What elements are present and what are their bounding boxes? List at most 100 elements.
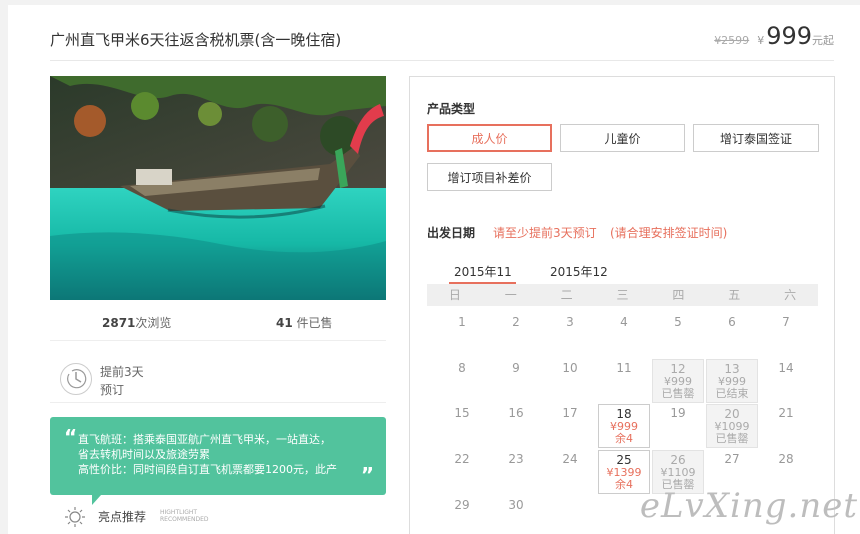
product-stats: 2871次浏览 41 件已售: [50, 311, 386, 333]
calendar-day: 4: [598, 313, 650, 357]
day-number: 21: [778, 406, 794, 420]
open-quote-icon: “: [64, 425, 78, 449]
highlight-box: “ 直飞航班：搭乘泰国亚航广州直飞甲米，一站直达， 省去转机时间以及旅途劳累 高…: [50, 417, 386, 495]
advance-divider: [50, 402, 386, 403]
day-number: 2: [512, 315, 520, 329]
day-number: 6: [728, 315, 736, 329]
day-number: 11: [616, 361, 632, 375]
calendar-day: 17: [544, 404, 596, 448]
day-number: 1: [458, 315, 466, 329]
weekday-fri: 五: [728, 288, 741, 302]
currency-symbol: ¥: [757, 34, 765, 47]
day-number: 12: [670, 362, 686, 376]
calendar-day: 6: [706, 313, 758, 357]
type-adult-button[interactable]: 成人价: [427, 124, 552, 152]
weekday-header: 日 一 二 三 四 五 六: [427, 284, 818, 306]
booking-panel: 产品类型 成人价 儿童价 增订泰国签证 增订项目补差价 出发日期 请至少提前3天…: [409, 76, 835, 534]
calendar-day: 29: [436, 496, 488, 534]
calendar-day: 23: [490, 450, 542, 494]
day-number: 24: [562, 452, 578, 466]
calendar-day: 22: [436, 450, 488, 494]
watermark: eLvXing.net: [639, 486, 858, 526]
day-number: 8: [458, 361, 466, 375]
day-number: 5: [674, 315, 682, 329]
calendar-day: 30: [490, 496, 542, 534]
day-number: 30: [508, 498, 524, 512]
day-number: 10: [562, 361, 578, 375]
sold-count: 41 件已售: [276, 316, 333, 330]
weekday-sun: 日: [448, 288, 461, 302]
day-number: 29: [454, 498, 470, 512]
day-number: 17: [562, 406, 578, 420]
day-number: 3: [566, 315, 574, 329]
day-number: 13: [724, 362, 740, 376]
calendar-day: 5: [652, 313, 704, 357]
highlight-pointer: [92, 495, 101, 505]
sun-icon: [64, 505, 86, 531]
calendar-day: 1: [436, 313, 488, 357]
day-number: 19: [670, 406, 686, 420]
product-title: 广州直飞甲米6天往返含税机票(含一晚住宿): [50, 31, 342, 49]
advance-days: 提前3天: [100, 365, 144, 379]
day-stock: 余4: [615, 432, 633, 445]
calendar-day: 13 ¥999 已结束: [706, 359, 758, 403]
calendar-day[interactable]: 18 ¥999 余4: [598, 404, 650, 448]
calendar-day: 16: [490, 404, 542, 448]
highlight-line: 高性价比：同时间段自订直飞机票都要1200元，此产: [78, 463, 337, 476]
calendar-day: 7: [760, 313, 812, 357]
day-number: 16: [508, 406, 524, 420]
calendar-day: 8: [436, 359, 488, 403]
calendar-day: 12 ¥999 已售罄: [652, 359, 704, 403]
highlight-line: 省去转机时间以及旅途劳累: [78, 448, 210, 461]
current-price: 999: [766, 22, 812, 50]
highlight-label-en: HIGHTLIGHT RECOMMENDED: [160, 509, 209, 523]
calendar-day: 20 ¥1099 已售罄: [706, 404, 758, 448]
day-stock: 已售罄: [715, 432, 749, 445]
price-suffix: 元起: [812, 34, 834, 47]
highlight-line: 直飞航班：搭乘泰国亚航广州直飞甲米，一站直达，: [78, 433, 331, 446]
day-number: 7: [782, 315, 790, 329]
calendar-day: 19: [652, 404, 704, 448]
weekday-tue: 二: [560, 288, 573, 302]
month-tab-dec[interactable]: 2015年12: [550, 263, 608, 280]
calendar-day: 14: [760, 359, 812, 403]
weekday-sat: 六: [784, 288, 797, 302]
type-supplement-button[interactable]: 增订项目补差价: [427, 163, 552, 191]
day-number: 22: [454, 452, 470, 466]
clock-icon: [60, 363, 92, 395]
calendar-day: 2: [490, 313, 542, 357]
month-tab-nov[interactable]: 2015年11: [449, 263, 516, 284]
close-quote-icon: ”: [360, 463, 374, 487]
type-child-button[interactable]: 儿童价: [560, 124, 685, 152]
advance-notice: 请至少提前3天预订: [493, 226, 597, 240]
departure-date-label: 出发日期: [427, 226, 476, 240]
day-number: 26: [670, 453, 686, 467]
day-number: 4: [620, 315, 628, 329]
stats-divider: [50, 340, 386, 341]
weekday-wed: 三: [616, 288, 629, 302]
day-number: 23: [508, 452, 524, 466]
highlight-text: 直飞航班：搭乘泰国亚航广州直飞甲米，一站直达， 省去转机时间以及旅途劳累 高性价…: [78, 432, 368, 477]
product-photo[interactable]: [50, 76, 386, 300]
day-number: 9: [512, 361, 520, 375]
product-type-label: 产品类型: [427, 102, 476, 116]
view-count: 2871次浏览: [102, 316, 172, 330]
product-page: 广州直飞甲米6天往返含税机票(含一晚住宿) ¥2599 ¥999元起 2871次…: [8, 5, 860, 534]
weekday-thu: 四: [672, 288, 685, 302]
header-divider: [50, 60, 834, 61]
day-number: 27: [724, 452, 740, 466]
weekday-mon: 一: [504, 288, 517, 302]
day-number: 20: [724, 407, 740, 421]
calendar-day: 9: [490, 359, 542, 403]
advance-label: 预订: [100, 383, 125, 397]
calendar-day: 21: [760, 404, 812, 448]
day-number: 15: [454, 406, 470, 420]
highlight-label-text: 亮点推荐: [98, 510, 147, 524]
visa-notice: (请合理安排签证时间): [610, 226, 728, 240]
day-number: 14: [778, 361, 794, 375]
original-price: ¥2599: [714, 34, 750, 47]
calendar-day: 3: [544, 313, 596, 357]
day-stock: 已售罄: [661, 387, 695, 400]
day-number: 28: [778, 452, 794, 466]
type-visa-button[interactable]: 增订泰国签证: [693, 124, 819, 152]
